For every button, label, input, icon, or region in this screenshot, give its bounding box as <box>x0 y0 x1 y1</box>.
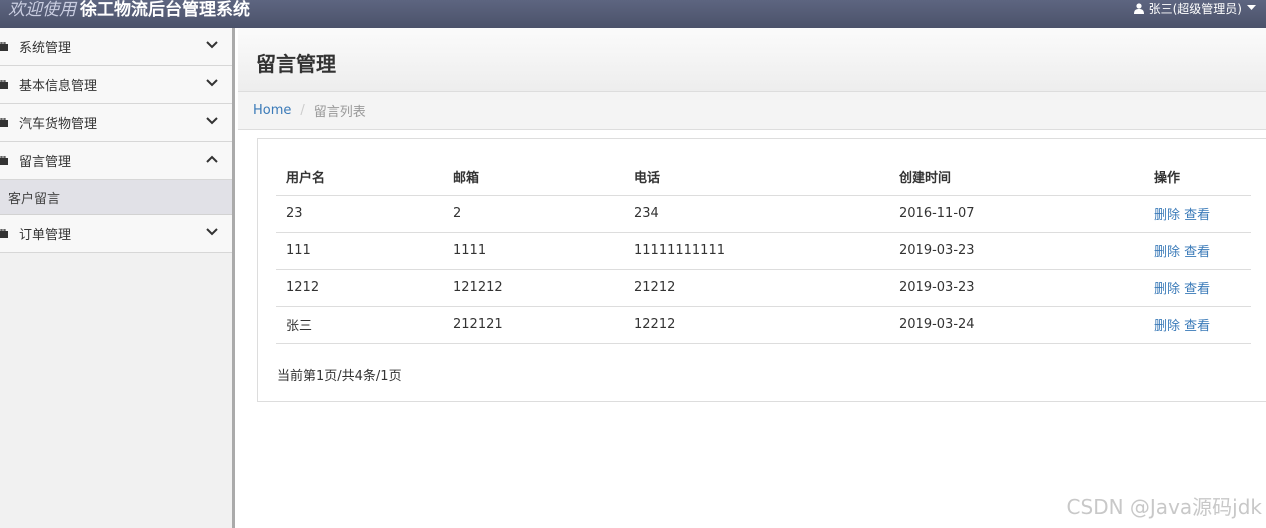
message-list-panel: 用户名 邮箱 电话 创建时间 操作 23 2 234 2016-11-07 删除… <box>257 138 1266 402</box>
user-icon <box>1133 3 1144 14</box>
delete-link[interactable]: 删除 <box>1154 282 1180 297</box>
main-content: 留言管理 Home / 留言列表 用户名 邮箱 电话 创建时间 操作 23 2 … <box>238 28 1266 528</box>
cell-actions: 删除 查看 <box>1144 232 1251 270</box>
view-link[interactable]: 查看 <box>1184 208 1210 223</box>
chevron-down-icon <box>206 117 218 125</box>
sidebar-item-basic-info[interactable]: 基本信息管理 <box>0 66 232 104</box>
table-header-row: 用户名 邮箱 电话 创建时间 操作 <box>276 159 1251 196</box>
column-header-created: 创建时间 <box>889 159 1144 196</box>
delete-link[interactable]: 删除 <box>1154 208 1180 223</box>
sidebar: 系统管理 基本信息管理 汽车货物管理 留言管理 客户留言 订单管理 <box>0 28 235 528</box>
column-header-actions: 操作 <box>1144 159 1251 196</box>
sidebar-item-label: 基本信息管理 <box>19 79 98 94</box>
brand: 欢迎使用 徐工物流后台管理系统 <box>8 0 250 25</box>
cell-created: 2016-11-07 <box>889 195 1144 233</box>
cell-actions: 删除 查看 <box>1144 269 1251 307</box>
column-header-email: 邮箱 <box>443 159 624 196</box>
chevron-down-icon <box>206 79 218 87</box>
sidebar-item-label: 汽车货物管理 <box>19 117 98 132</box>
briefcase-icon <box>0 80 8 89</box>
table-row: 23 2 234 2016-11-07 删除 查看 <box>276 195 1251 233</box>
pagination-info: 当前第1页/共4条/1页 <box>277 369 402 384</box>
briefcase-icon <box>0 42 8 51</box>
sidebar-item-messages[interactable]: 留言管理 <box>0 142 232 180</box>
sidebar-item-label: 系统管理 <box>19 41 72 56</box>
cell-email: 121212 <box>443 269 624 307</box>
sidebar-item-label: 留言管理 <box>19 155 72 170</box>
cell-actions: 删除 查看 <box>1144 195 1251 233</box>
column-header-username: 用户名 <box>276 159 443 196</box>
briefcase-icon <box>0 156 8 165</box>
chevron-up-icon <box>206 155 218 163</box>
user-name: 张三(超级管理员) <box>1148 2 1242 16</box>
cell-email: 212121 <box>443 306 624 344</box>
column-header-phone: 电话 <box>624 159 889 196</box>
chevron-down-icon <box>206 41 218 49</box>
breadcrumb-separator: / <box>300 103 305 118</box>
sidebar-item-system[interactable]: 系统管理 <box>0 28 232 66</box>
cell-phone: 11111111111 <box>624 232 889 270</box>
sidebar-item-vehicle-cargo[interactable]: 汽车货物管理 <box>0 104 232 142</box>
chevron-down-icon <box>206 228 218 236</box>
message-table: 用户名 邮箱 电话 创建时间 操作 23 2 234 2016-11-07 删除… <box>276 159 1251 344</box>
cell-email: 2 <box>443 195 624 233</box>
briefcase-icon <box>0 229 8 238</box>
cell-username: 111 <box>276 232 443 270</box>
view-link[interactable]: 查看 <box>1184 245 1210 260</box>
cell-username: 1212 <box>276 269 443 307</box>
cell-actions: 删除 查看 <box>1144 306 1251 344</box>
delete-link[interactable]: 删除 <box>1154 245 1180 260</box>
cell-email: 1111 <box>443 232 624 270</box>
table-row: 张三 212121 12212 2019-03-24 删除 查看 <box>276 306 1251 344</box>
breadcrumb-home-link[interactable]: Home <box>253 103 291 118</box>
delete-link[interactable]: 删除 <box>1154 319 1180 334</box>
top-navbar: 欢迎使用 徐工物流后台管理系统 张三(超级管理员) <box>0 0 1266 28</box>
cell-phone: 21212 <box>624 269 889 307</box>
cell-phone: 12212 <box>624 306 889 344</box>
briefcase-icon <box>0 118 8 127</box>
sidebar-subitem-customer-messages[interactable]: 客户留言 <box>0 180 232 215</box>
view-link[interactable]: 查看 <box>1184 282 1210 297</box>
caret-down-icon <box>1247 5 1256 10</box>
cell-username: 张三 <box>276 306 443 344</box>
page-title: 留言管理 <box>256 52 336 76</box>
sidebar-item-orders[interactable]: 订单管理 <box>0 215 232 253</box>
sidebar-item-label: 订单管理 <box>19 228 72 243</box>
view-link[interactable]: 查看 <box>1184 319 1210 334</box>
system-name: 徐工物流后台管理系统 <box>80 0 250 20</box>
page-header: 留言管理 <box>238 28 1266 92</box>
cell-phone: 234 <box>624 195 889 233</box>
breadcrumb-current: 留言列表 <box>313 105 366 120</box>
table-row: 1212 121212 21212 2019-03-23 删除 查看 <box>276 269 1251 307</box>
user-menu[interactable]: 张三(超级管理员) <box>1133 0 1256 26</box>
cell-username: 23 <box>276 195 443 233</box>
welcome-text: 欢迎使用 <box>8 0 76 20</box>
cell-created: 2019-03-23 <box>889 269 1144 307</box>
cell-created: 2019-03-24 <box>889 306 1144 344</box>
breadcrumb: Home / 留言列表 <box>238 92 1266 130</box>
table-row: 111 1111 11111111111 2019-03-23 删除 查看 <box>276 232 1251 270</box>
cell-created: 2019-03-23 <box>889 232 1144 270</box>
watermark-text: CSDN @Java源码jdk <box>1066 495 1262 519</box>
